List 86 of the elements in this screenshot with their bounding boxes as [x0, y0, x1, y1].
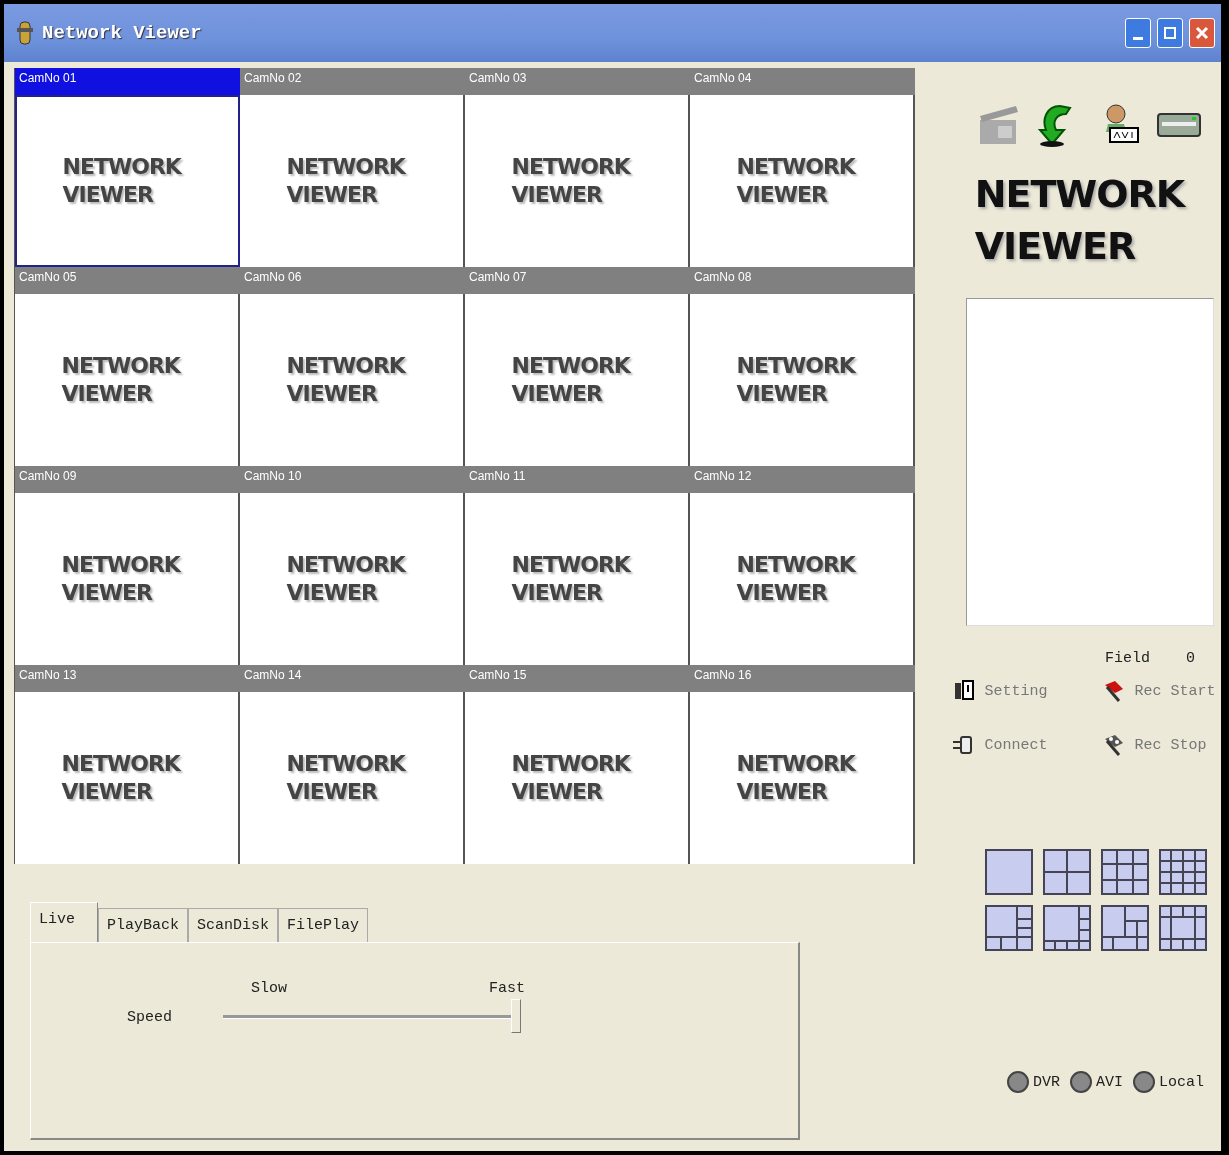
layout-icon[interactable] — [1042, 849, 1091, 895]
layout-icon[interactable] — [1158, 905, 1207, 951]
plug-icon — [950, 733, 975, 757]
camera-view[interactable]: NETWORK VIEWER — [690, 95, 915, 267]
camera-header[interactable]: CamNo 06 — [240, 267, 465, 294]
field-value: 0 — [1186, 650, 1195, 667]
logo-text: NETWORK VIEWER — [61, 551, 182, 607]
field-label: Field — [1104, 650, 1150, 667]
camera-header[interactable]: CamNo 08 — [690, 267, 915, 294]
camera-header[interactable]: CamNo 12 — [690, 466, 915, 493]
camera-view[interactable]: NETWORK VIEWER — [240, 692, 465, 864]
speed-label: Speed — [126, 1008, 173, 1026]
action-button[interactable]: Connect — [950, 733, 1101, 757]
camera-view[interactable]: NETWORK VIEWER — [465, 493, 690, 665]
logo-text: NETWORK VIEWER — [511, 750, 632, 806]
maximize-icon — [1163, 26, 1177, 40]
camera-view[interactable]: NETWORK VIEWER — [465, 294, 690, 466]
camera-view[interactable]: NETWORK VIEWER — [15, 294, 240, 466]
camera-header[interactable]: CamNo 16 — [690, 665, 915, 692]
radio-option[interactable]: Local — [1133, 1071, 1204, 1093]
logo-text: NETWORK VIEWER — [61, 352, 182, 408]
camera-view[interactable]: NETWORK VIEWER — [15, 95, 240, 267]
camera-view[interactable]: NETWORK VIEWER — [690, 692, 915, 864]
radio-option[interactable]: DVR — [1006, 1071, 1060, 1093]
tab[interactable]: Live — [30, 902, 98, 942]
action-button[interactable]: Rec Stop — [1100, 733, 1221, 757]
window-title: Network Viewer — [42, 22, 203, 44]
camera-view[interactable]: NETWORK VIEWER — [690, 493, 915, 665]
camera-view[interactable]: NETWORK VIEWER — [690, 294, 915, 466]
camera-header[interactable]: CamNo 01 — [15, 68, 240, 95]
layout-icon[interactable] — [984, 849, 1033, 895]
layout-icon[interactable] — [1100, 849, 1149, 895]
layout-icon[interactable] — [984, 905, 1033, 951]
slider-thumb[interactable] — [511, 999, 521, 1033]
camera-header[interactable]: CamNo 13 — [15, 665, 240, 692]
maximize-button[interactable] — [1157, 18, 1183, 48]
camera-header[interactable]: CamNo 05 — [15, 267, 240, 294]
radio-button[interactable] — [1133, 1071, 1155, 1093]
radio-option[interactable]: AVI — [1070, 1071, 1123, 1093]
tab[interactable]: PlayBack — [98, 908, 189, 942]
camera-header[interactable]: CamNo 15 — [465, 665, 690, 692]
minimize-icon — [1133, 36, 1143, 40]
radio-button[interactable] — [1070, 1071, 1092, 1093]
camera-view[interactable]: NETWORK VIEWER — [15, 692, 240, 864]
camera-header[interactable]: CamNo 11 — [465, 466, 690, 493]
logo-text: NETWORK VIEWER — [974, 171, 1185, 270]
camera-view[interactable]: NETWORK VIEWER — [240, 95, 465, 267]
camera-view[interactable]: NETWORK VIEWER — [465, 692, 690, 864]
camera-header[interactable]: CamNo 14 — [240, 665, 465, 692]
slider-min-label: Slow — [251, 980, 287, 997]
camera-header[interactable]: CamNo 04 — [690, 68, 915, 95]
layout-icon[interactable] — [1100, 905, 1149, 951]
tab[interactable]: FilePlay — [278, 908, 369, 942]
logo-text: NETWORK VIEWER — [736, 750, 857, 806]
logo-text: NETWORK VIEWER — [62, 153, 183, 209]
minimize-button[interactable] — [1125, 18, 1151, 48]
logo-text: NETWORK VIEWER — [61, 750, 182, 806]
action-button[interactable]: Setting — [950, 679, 1101, 703]
camera-header[interactable]: CamNo 03 — [465, 68, 690, 95]
radio-button[interactable] — [1006, 1071, 1029, 1093]
logo-text: NETWORK VIEWER — [511, 153, 632, 209]
camera-view[interactable]: NETWORK VIEWER — [15, 493, 240, 665]
action-button[interactable]: Rec Start — [1100, 679, 1221, 703]
logo-text: NETWORK VIEWER — [736, 153, 857, 209]
logo-text: NETWORK VIEWER — [511, 551, 632, 607]
logo-text: NETWORK VIEWER — [736, 551, 857, 607]
camera-view[interactable]: NETWORK VIEWER — [240, 294, 465, 466]
camera-view[interactable]: NETWORK VIEWER — [240, 493, 465, 665]
logo-text: NETWORK VIEWER — [286, 551, 407, 607]
tab[interactable]: ScanDisk — [188, 908, 279, 942]
close-button[interactable] — [1189, 18, 1215, 48]
camera-header[interactable]: CamNo 02 — [240, 68, 465, 95]
logo-text: NETWORK VIEWER — [286, 750, 407, 806]
layout-icon[interactable] — [1158, 849, 1207, 895]
camera-view[interactable]: NETWORK VIEWER — [465, 95, 690, 267]
slider-max-label: Fast — [489, 980, 525, 997]
logo-text: NETWORK VIEWER — [286, 153, 407, 209]
logo-text: NETWORK VIEWER — [736, 352, 857, 408]
app-icon — [14, 20, 36, 46]
camera-header[interactable]: CamNo 10 — [240, 466, 465, 493]
close-icon — [1195, 26, 1209, 40]
layout-icon[interactable] — [1042, 905, 1091, 951]
camera-header[interactable]: CamNo 09 — [15, 466, 240, 493]
logo-text: NETWORK VIEWER — [511, 352, 632, 408]
logo-text: NETWORK VIEWER — [286, 352, 407, 408]
camera-header[interactable]: CamNo 07 — [465, 267, 690, 294]
